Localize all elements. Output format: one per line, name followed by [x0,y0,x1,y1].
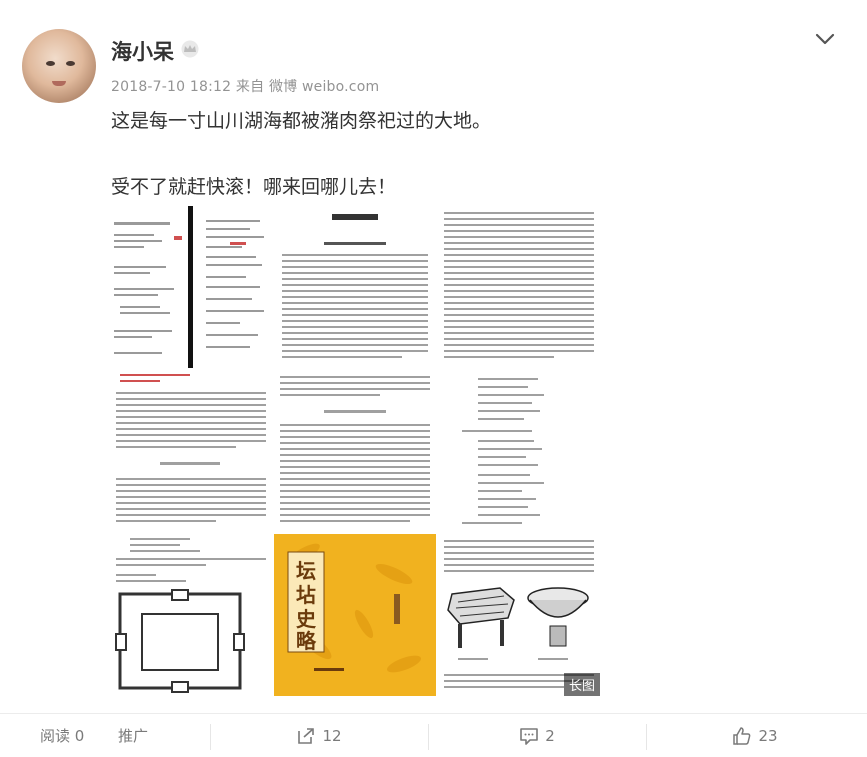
avatar-eye [66,61,75,66]
action-bar: 阅读 0 推广 12 2 23 [0,714,867,757]
image-grid: 坛 坫 史 略 长图 [110,206,600,696]
comment-count: 2 [545,726,555,745]
promote-button[interactable]: 推广 [118,714,158,757]
post-meta: 2018-7-10 18:12 来自 微博 weibo.com [111,79,380,95]
share-icon [298,727,315,744]
username[interactable]: 海小呆 [111,36,174,66]
image-thumbnail[interactable] [110,370,272,532]
image-thumbnail[interactable] [274,206,436,368]
post-text-line: 受不了就赶快滚！哪来回哪儿去！ [111,176,397,198]
image-thumbnail[interactable] [438,370,600,532]
crown-icon [181,40,199,58]
read-count-label: 阅读 0 [40,727,85,745]
svg-text:坫: 坫 [296,583,316,607]
comment-icon [520,727,539,745]
avatar-eye [46,61,55,66]
like-count: 23 [758,726,778,745]
divider [646,724,647,750]
share-count: 12 [322,726,342,745]
divider [210,724,211,750]
avatar-mouth [52,81,66,86]
long-image-badge: 长图 [563,673,600,696]
chevron-down-icon[interactable] [812,28,838,50]
read-count: 阅读 0 [40,714,104,757]
post-text-line: 这是每一寸山川湖海都被潴肉祭祀过的大地。 [111,110,492,132]
image-thumbnail[interactable] [110,534,272,696]
svg-text:略: 略 [296,629,317,653]
thumbs-up-icon [733,726,751,745]
like-button[interactable]: 23 [648,714,862,757]
avatar[interactable] [22,29,96,103]
image-thumbnail[interactable] [110,206,272,368]
svg-text:史: 史 [296,607,317,631]
image-thumbnail[interactable] [438,206,600,368]
share-button[interactable]: 12 [212,714,426,757]
image-thumbnail[interactable]: 长图 [438,534,600,696]
svg-text:坛: 坛 [296,559,316,583]
divider [428,724,429,750]
promote-label: 推广 [118,727,149,745]
comment-button[interactable]: 2 [430,714,644,757]
image-thumbnail[interactable] [274,370,436,532]
image-thumbnail[interactable]: 坛 坫 史 略 [274,534,436,696]
